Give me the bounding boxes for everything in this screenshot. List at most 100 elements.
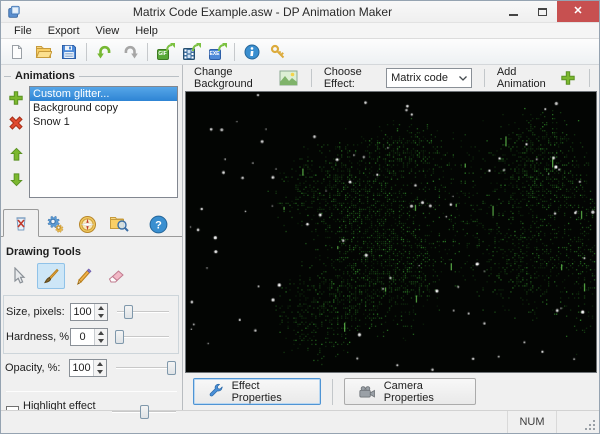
export-gif-button[interactable]: GIF bbox=[153, 41, 177, 63]
open-file-button[interactable] bbox=[31, 41, 55, 63]
license-key-button[interactable] bbox=[266, 41, 290, 63]
export-video-icon bbox=[182, 42, 201, 60]
move-down-button[interactable] bbox=[7, 170, 25, 188]
brush-tool-button[interactable] bbox=[37, 263, 65, 289]
wrench-icon bbox=[209, 383, 223, 397]
left-panel: Animations Custom glitter... Background … bbox=[1, 65, 183, 424]
camera-icon bbox=[359, 385, 375, 398]
animations-group-header: Animations bbox=[1, 70, 182, 82]
eraser-icon bbox=[108, 270, 124, 283]
hardness-spinner[interactable]: 0 bbox=[70, 328, 108, 346]
size-spinner[interactable]: 100 bbox=[70, 303, 108, 321]
cursor-icon bbox=[14, 267, 26, 284]
choose-effect-label: Choose Effect: bbox=[323, 66, 362, 90]
effect-select-value: Matrix code bbox=[391, 72, 448, 84]
new-file-button[interactable] bbox=[5, 41, 29, 63]
effect-properties-button[interactable]: Effect Properties bbox=[193, 378, 321, 405]
minimize-button[interactable] bbox=[499, 1, 528, 22]
opacity-spinner[interactable]: 100 bbox=[69, 359, 107, 377]
minimize-icon bbox=[509, 13, 518, 16]
eraser-tool-button[interactable] bbox=[101, 263, 129, 289]
menu-bar: File Export View Help bbox=[1, 22, 599, 39]
license-key-icon bbox=[270, 44, 285, 58]
preview-area[interactable] bbox=[185, 91, 597, 373]
menu-export[interactable]: Export bbox=[41, 24, 87, 38]
num-lock-indicator: NUM bbox=[507, 411, 557, 433]
list-item[interactable]: Custom glitter... bbox=[30, 87, 177, 101]
menu-help[interactable]: Help bbox=[128, 24, 165, 38]
right-panel: Change Background Choose Effect: Matrix … bbox=[183, 65, 599, 410]
list-item[interactable]: Background copy bbox=[30, 101, 177, 115]
slider-thumb[interactable] bbox=[124, 305, 134, 319]
slider-thumb[interactable] bbox=[167, 361, 177, 375]
bar-separator bbox=[332, 378, 333, 405]
export-exe-button[interactable]: EXE bbox=[205, 41, 229, 63]
arrow-up-icon bbox=[9, 147, 23, 161]
animation-canvas[interactable] bbox=[186, 92, 596, 372]
select-tool-button[interactable] bbox=[5, 263, 33, 289]
resize-grip[interactable] bbox=[583, 418, 597, 432]
info-button[interactable] bbox=[240, 41, 264, 63]
slider-thumb[interactable] bbox=[115, 330, 125, 344]
status-message-pane bbox=[1, 411, 507, 433]
app-icon bbox=[8, 5, 20, 18]
tab-browse-library[interactable] bbox=[103, 212, 135, 236]
change-background-button[interactable] bbox=[278, 68, 299, 88]
tool-tabs: ? bbox=[1, 209, 182, 237]
add-animation-button-top[interactable] bbox=[558, 68, 577, 88]
list-item[interactable]: Snow 1 bbox=[30, 115, 177, 129]
window-title: Matrix Code Example.asw - DP Animation M… bbox=[132, 4, 393, 19]
tab-drawing-tools[interactable] bbox=[3, 209, 39, 237]
compass-icon bbox=[78, 215, 96, 233]
hardness-label: Hardness, %: bbox=[6, 331, 73, 343]
drawing-tools-icon bbox=[16, 217, 26, 231]
menu-view[interactable]: View bbox=[89, 24, 127, 38]
close-button[interactable]: ✕ bbox=[557, 1, 599, 22]
hardness-slider[interactable] bbox=[115, 329, 169, 345]
status-spacer bbox=[557, 411, 583, 433]
spin-down-button[interactable] bbox=[95, 337, 107, 345]
drawing-tools-title: Drawing Tools bbox=[6, 246, 81, 258]
pencil-tool-button[interactable] bbox=[69, 263, 97, 289]
help-icon: ? bbox=[149, 215, 167, 233]
brush-icon bbox=[44, 268, 59, 284]
menu-file[interactable]: File bbox=[7, 24, 39, 38]
undo-button[interactable] bbox=[92, 41, 116, 63]
spin-up-button[interactable] bbox=[95, 329, 107, 337]
background-image-icon bbox=[279, 70, 298, 86]
spin-down-button[interactable] bbox=[94, 368, 106, 376]
spin-down-button[interactable] bbox=[95, 312, 107, 320]
opacity-slider[interactable] bbox=[116, 360, 177, 376]
opacity-label: Opacity, %: bbox=[5, 362, 61, 374]
add-animation-button[interactable] bbox=[7, 89, 25, 107]
animations-list[interactable]: Custom glitter... Background copy Snow 1 bbox=[29, 86, 178, 198]
tab-navigation[interactable] bbox=[71, 212, 103, 236]
effect-select[interactable]: Matrix code bbox=[386, 68, 473, 88]
redo-button[interactable] bbox=[118, 41, 142, 63]
export-video-button[interactable] bbox=[179, 41, 203, 63]
tab-help[interactable]: ? bbox=[142, 212, 174, 236]
effect-bar: Change Background Choose Effect: Matrix … bbox=[183, 65, 599, 91]
folder-search-icon bbox=[110, 217, 129, 232]
delete-animation-button[interactable] bbox=[7, 114, 25, 132]
slider-thumb[interactable] bbox=[140, 405, 149, 419]
move-up-button[interactable] bbox=[7, 145, 25, 163]
size-slider[interactable] bbox=[117, 304, 169, 320]
save-button[interactable] bbox=[57, 41, 81, 63]
close-icon: ✕ bbox=[573, 5, 583, 17]
spin-up-button[interactable] bbox=[94, 360, 106, 368]
toolbar-separator bbox=[147, 42, 148, 61]
camera-properties-button[interactable]: Camera Properties bbox=[344, 378, 476, 405]
tab-effect-settings[interactable] bbox=[39, 212, 71, 236]
bar-separator bbox=[484, 69, 485, 87]
maximize-button[interactable] bbox=[528, 1, 557, 22]
svg-text:?: ? bbox=[155, 219, 162, 231]
app-window: Matrix Code Example.asw - DP Animation M… bbox=[0, 0, 600, 434]
toolbar-separator bbox=[86, 42, 87, 61]
undo-icon bbox=[96, 45, 110, 58]
spin-up-button[interactable] bbox=[95, 304, 107, 312]
export-exe-icon: EXE bbox=[208, 42, 227, 60]
highlight-slider[interactable] bbox=[112, 404, 176, 420]
divider bbox=[6, 391, 177, 392]
save-icon bbox=[62, 44, 76, 59]
